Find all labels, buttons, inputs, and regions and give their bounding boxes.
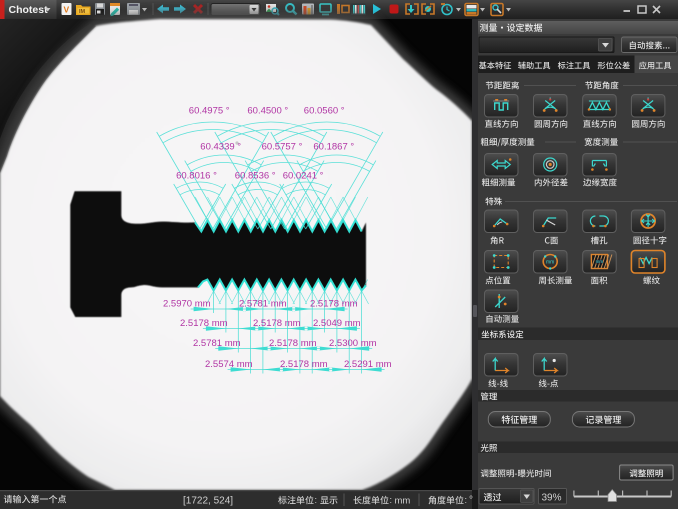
svg-text:2.5178 mm: 2.5178 mm — [253, 318, 301, 329]
svg-text::: : — [465, 495, 468, 505]
svg-text:2.5574 mm: 2.5574 mm — [205, 359, 253, 370]
svg-text:IM: IM — [79, 9, 86, 15]
svg-text:60.8016 °: 60.8016 ° — [176, 171, 217, 182]
svg-text:°: ° — [469, 495, 473, 506]
svg-text:2.5970 mm: 2.5970 mm — [163, 299, 211, 310]
svg-text:60.8536 °: 60.8536 ° — [235, 171, 276, 182]
svg-text:2.5049 mm: 2.5049 mm — [313, 318, 361, 329]
svg-text:Chotest: Chotest — [9, 4, 49, 16]
svg-text:60.4975 °: 60.4975 ° — [189, 106, 230, 117]
svg-text:39%: 39% — [542, 493, 562, 504]
svg-text:2.5300 mm: 2.5300 mm — [329, 338, 377, 349]
svg-text:2.5178 mm: 2.5178 mm — [180, 318, 228, 329]
svg-text:60.4339 °: 60.4339 ° — [200, 142, 241, 153]
svg-text:60.5757 °: 60.5757 ° — [262, 142, 303, 153]
svg-text:[1722, 524]: [1722, 524] — [183, 496, 233, 507]
svg-text:V: V — [64, 5, 70, 15]
svg-text:60.0560 °: 60.0560 ° — [304, 106, 345, 117]
svg-text::: : — [315, 495, 318, 505]
svg-text:2.5178 mm: 2.5178 mm — [310, 299, 358, 310]
svg-text:60.4500 °: 60.4500 ° — [247, 106, 288, 117]
svg-text:60.0241 °: 60.0241 ° — [283, 171, 324, 182]
svg-text:2.5178 mm: 2.5178 mm — [280, 359, 328, 370]
svg-text:2.5781 mm: 2.5781 mm — [193, 338, 241, 349]
svg-text:mm: mm — [395, 496, 411, 507]
svg-text:60.1867 °: 60.1867 ° — [313, 142, 354, 153]
svg-text:mm: mm — [596, 259, 604, 264]
svg-text:mm: mm — [546, 260, 554, 266]
svg-text:2.5178 mm: 2.5178 mm — [269, 338, 317, 349]
svg-text:2.5781 mm: 2.5781 mm — [239, 299, 287, 310]
svg-text:2.5291 mm: 2.5291 mm — [344, 359, 392, 370]
svg-text::: : — [390, 495, 393, 505]
